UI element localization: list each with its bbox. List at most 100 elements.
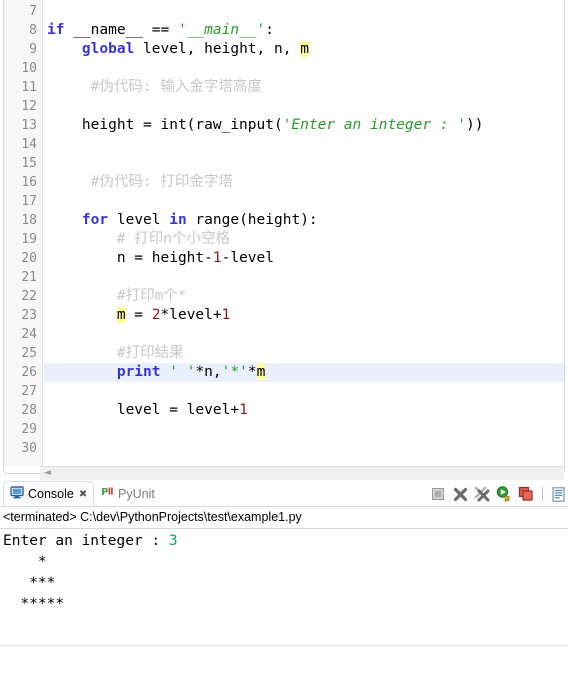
code-line[interactable] bbox=[44, 154, 47, 173]
line-number[interactable]: 19 bbox=[4, 230, 37, 249]
code-line[interactable]: height = int(raw_input('Enter an integer… bbox=[44, 116, 484, 135]
console-output-line: *** bbox=[3, 575, 56, 591]
console-launch-status: <terminated> C:\dev\PythonProjects\test\… bbox=[3, 510, 302, 524]
code-token-plain: * bbox=[247, 364, 257, 380]
code-scroll-area[interactable]: 7 8 9 10 11 12 13 14 15 16 17 18 19 20 21 22 23 24 25 26 27 2… bbox=[4, 0, 564, 466]
code-line[interactable]: print ' '*n,'*'*m bbox=[44, 363, 266, 382]
line-number[interactable]: 30 bbox=[4, 439, 37, 458]
tab-console-label: Console bbox=[28, 487, 74, 501]
code-line[interactable]: for level in range(height): bbox=[44, 211, 318, 230]
code-line[interactable] bbox=[44, 135, 47, 154]
line-number[interactable]: 22 bbox=[4, 287, 37, 306]
line-number[interactable]: 29 bbox=[4, 420, 37, 439]
svg-text:P: P bbox=[101, 487, 108, 498]
remove-all-x-icon[interactable] bbox=[473, 485, 491, 503]
code-line[interactable]: global level, height, n, m bbox=[44, 40, 309, 59]
code-token-str: 'Enter an integer : ' bbox=[282, 117, 467, 133]
tab-pyunit[interactable]: P PyUnit bbox=[95, 481, 161, 506]
code-token-occ: m bbox=[300, 41, 309, 57]
code-line[interactable]: n = height-1-level bbox=[44, 249, 274, 268]
line-number[interactable]: 26 bbox=[4, 363, 37, 382]
code-line[interactable] bbox=[44, 192, 47, 211]
code-token-plain: = bbox=[125, 307, 152, 323]
code-token-cmt: #伪代码: 输入金字塔高度 bbox=[90, 79, 262, 95]
editor-horizontal-scrollbar[interactable]: ◄ bbox=[40, 466, 564, 480]
console-panel: Console ✖ P PyUnit <terminated> C:\dev\P… bbox=[0, 481, 568, 673]
code-line[interactable] bbox=[44, 268, 47, 287]
code-line[interactable]: if __name__ == '__main__': bbox=[44, 21, 274, 40]
code-line[interactable]: #打印结果 bbox=[44, 344, 184, 363]
code-line[interactable] bbox=[44, 2, 47, 21]
open-console-icon[interactable] bbox=[550, 485, 568, 503]
console-output-body[interactable]: <terminated> C:\dev\PythonProjects\test\… bbox=[0, 506, 568, 673]
code-line[interactable] bbox=[44, 382, 47, 401]
console-monitor-icon bbox=[10, 485, 24, 504]
code-token-kw: global bbox=[81, 41, 135, 57]
line-number[interactable]: 20 bbox=[4, 249, 37, 268]
stop-square-icon[interactable] bbox=[429, 485, 447, 503]
code-line[interactable]: #伪代码: 打印金字塔 bbox=[44, 173, 233, 192]
line-number[interactable]: 13 bbox=[4, 116, 37, 135]
code-token-num: 1 bbox=[221, 307, 231, 323]
console-user-input: 3 bbox=[168, 533, 178, 549]
code-token-plain: *level+ bbox=[160, 307, 222, 323]
line-number[interactable]: 9 bbox=[4, 40, 37, 59]
line-number[interactable]: 25 bbox=[4, 344, 37, 363]
code-token-plain: level bbox=[108, 212, 170, 228]
line-number[interactable]: 8 bbox=[4, 21, 37, 40]
code-text-area[interactable]: if __name__ == '__main__': global level,… bbox=[44, 0, 564, 466]
console-output-text[interactable]: Enter an integer : 3 * *** ***** bbox=[3, 531, 563, 615]
line-number[interactable]: 12 bbox=[4, 97, 37, 116]
code-line[interactable] bbox=[44, 439, 47, 458]
code-token-strp: ' ' bbox=[169, 364, 196, 380]
launch-path-label: C:\dev\PythonProjects\test\example1.py bbox=[80, 510, 302, 524]
code-line[interactable] bbox=[44, 59, 47, 78]
code-token-plain: height = int(raw_input( bbox=[47, 117, 283, 133]
code-token-plain: level, height, n, bbox=[134, 41, 301, 57]
code-token-strp: '*' bbox=[221, 364, 248, 380]
code-line[interactable]: #伪代码: 输入金字塔高度 bbox=[44, 78, 262, 97]
pin-console-icon[interactable] bbox=[517, 485, 535, 503]
code-line[interactable]: level = level+1 bbox=[44, 401, 248, 420]
code-line[interactable] bbox=[44, 325, 47, 344]
line-number[interactable]: 27 bbox=[4, 382, 37, 401]
line-number[interactable]: 18 bbox=[4, 211, 37, 230]
code-token-num: 1 bbox=[239, 402, 248, 418]
line-number[interactable]: 7 bbox=[4, 2, 37, 21]
line-number[interactable]: 14 bbox=[4, 135, 37, 154]
code-line[interactable] bbox=[44, 420, 47, 439]
console-output-line: * bbox=[3, 554, 47, 570]
code-editor-panel: 7 8 9 10 11 12 13 14 15 16 17 18 19 20 21 22 23 24 25 26 27 2… bbox=[0, 0, 568, 480]
remove-x-icon[interactable] bbox=[451, 485, 469, 503]
line-number[interactable]: 10 bbox=[4, 59, 37, 78]
tab-pyunit-label: PyUnit bbox=[118, 486, 155, 501]
tab-console[interactable]: Console ✖ bbox=[3, 481, 95, 506]
code-token-cmt: #打印m个* bbox=[116, 288, 187, 304]
code-line[interactable]: #打印m个* bbox=[44, 287, 187, 306]
line-number[interactable]: 11 bbox=[4, 78, 37, 97]
code-token-plain: level = level+ bbox=[47, 402, 240, 418]
line-number[interactable]: 24 bbox=[4, 325, 37, 344]
line-number[interactable]: 21 bbox=[4, 268, 37, 287]
line-number[interactable]: 16 bbox=[4, 173, 37, 192]
code-token-plain: __name__ == bbox=[73, 22, 178, 38]
tab-close-icon[interactable]: ✖ bbox=[79, 489, 87, 500]
console-output-line: Enter an integer : 3 bbox=[3, 531, 563, 552]
line-number[interactable]: 17 bbox=[4, 192, 37, 211]
scroll-left-arrow-icon[interactable]: ◄ bbox=[44, 469, 53, 478]
code-token-plain: n = height- bbox=[47, 250, 213, 266]
code-token-cmt: # 打印n个小空格 bbox=[116, 231, 231, 247]
code-line[interactable]: # 打印n个小空格 bbox=[44, 230, 230, 249]
display-console-icon[interactable] bbox=[495, 485, 513, 503]
line-number-gutter[interactable]: 7 8 9 10 11 12 13 14 15 16 17 18 19 20 21 22 23 24 25 26 27 2… bbox=[4, 0, 43, 466]
code-token-kw: in bbox=[169, 212, 187, 228]
line-number[interactable]: 15 bbox=[4, 154, 37, 173]
code-token-kw: print bbox=[116, 364, 161, 380]
code-token-plain: *n, bbox=[195, 364, 222, 380]
line-number[interactable]: 28 bbox=[4, 401, 37, 420]
code-line[interactable] bbox=[44, 97, 47, 116]
line-number[interactable]: 23 bbox=[4, 306, 37, 325]
code-line[interactable]: m = 2*level+1 bbox=[44, 306, 230, 325]
